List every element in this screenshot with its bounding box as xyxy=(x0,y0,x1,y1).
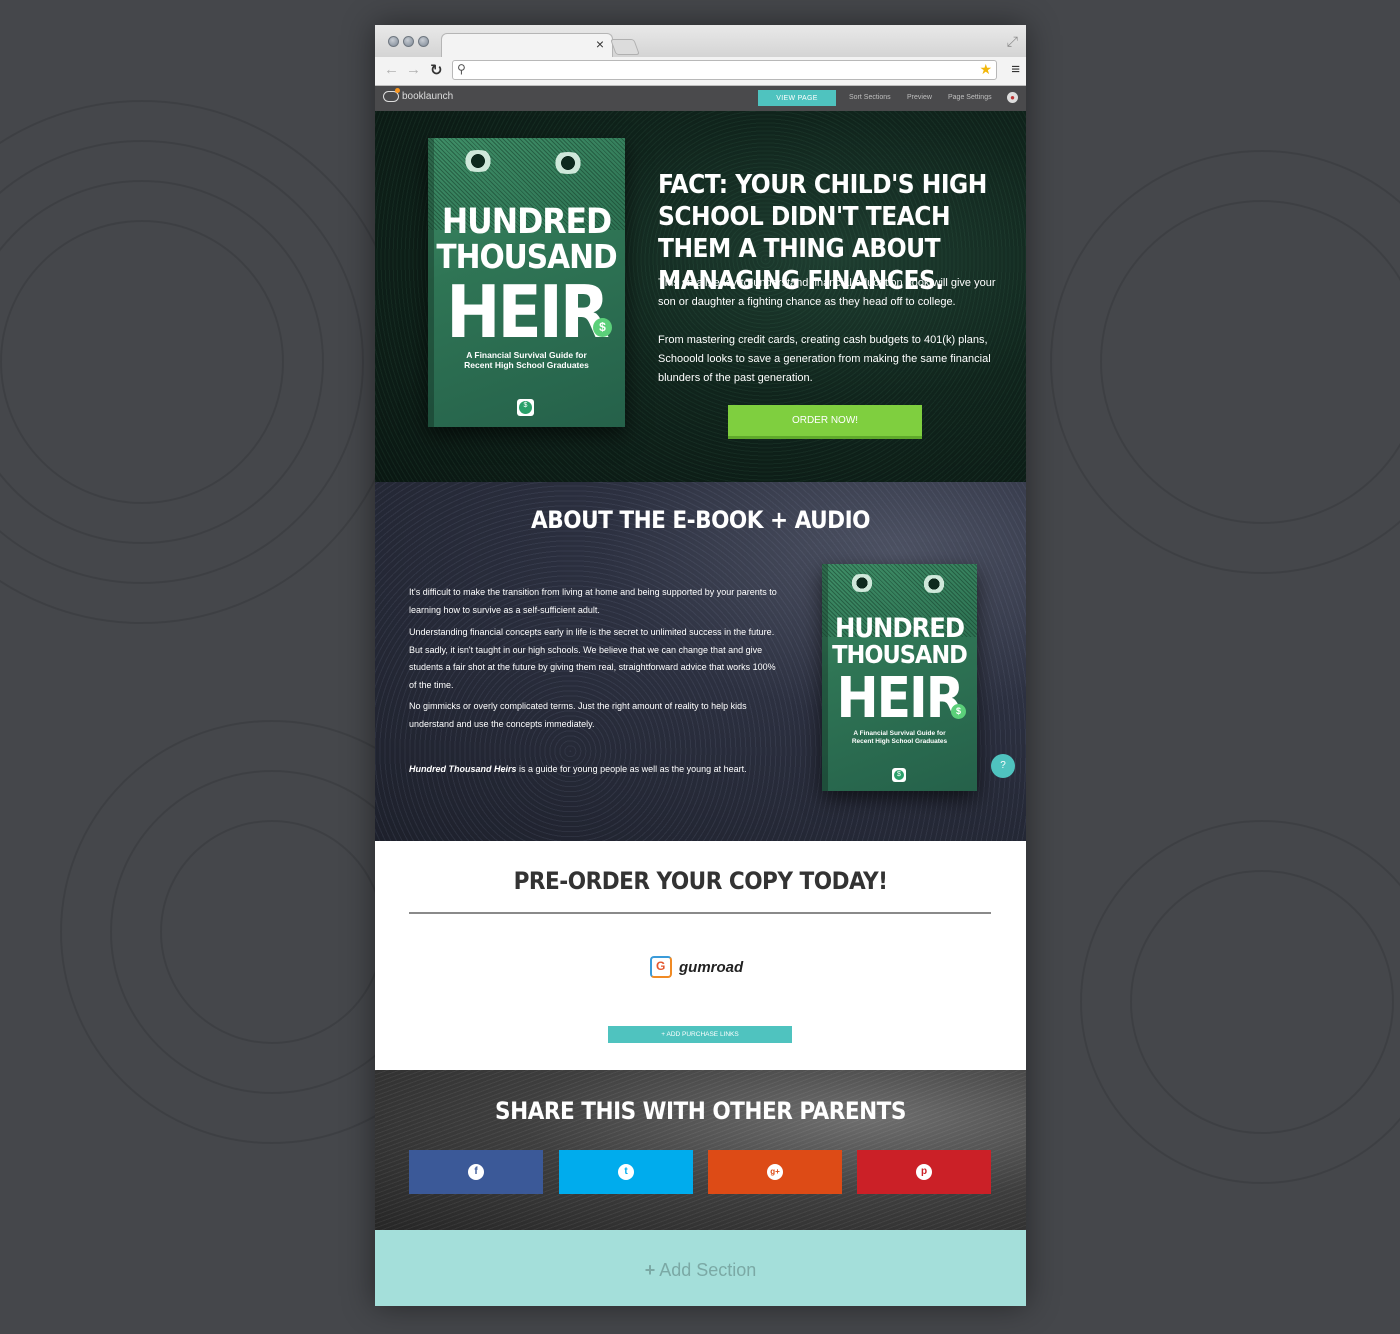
address-bar[interactable]: ⚲ ★ xyxy=(452,60,997,80)
booklaunch-logo[interactable]: booklaunch xyxy=(383,88,454,102)
forward-icon[interactable]: → xyxy=(406,61,421,78)
gumroad-logo-text: gumroad xyxy=(679,958,744,976)
hero-paragraph-1: This small, easy-to-understand financial… xyxy=(658,277,996,308)
close-window-button[interactable] xyxy=(388,36,399,47)
preorder-section: PRE-ORDER YOUR COPY TODAY! gumroad + ADD… xyxy=(375,841,1026,1070)
book-title-line3: HEIR xyxy=(836,666,964,731)
book-title-line3: HEIR xyxy=(446,270,609,354)
eye-graphic xyxy=(458,150,498,172)
book-name-emphasis: Hundred Thousand Heirs xyxy=(409,764,517,774)
view-page-button[interactable]: VIEW PAGE xyxy=(758,90,836,106)
menu-icon[interactable]: ≡ xyxy=(1011,61,1020,78)
about-heading: ABOUT THE E-BOOK + AUDIO xyxy=(531,506,870,534)
star-icon[interactable]: ★ xyxy=(979,61,992,78)
add-section-bar[interactable]: + Add Section xyxy=(375,1230,1026,1306)
about-closing: Hundred Thousand Heirs is a guide for yo… xyxy=(409,761,779,779)
book-title-line1: HUNDRED xyxy=(441,202,612,242)
browser-tab[interactable]: × xyxy=(441,33,613,58)
closing-text: is a guide for young people as well as t… xyxy=(516,764,747,774)
back-icon[interactable]: ← xyxy=(384,61,399,78)
user-avatar-icon[interactable]: ● xyxy=(1007,92,1018,103)
book-cover-large: HUNDRED THOUSAND HEIR $ A Financial Surv… xyxy=(428,138,625,427)
url-input[interactable] xyxy=(473,63,967,79)
maximize-window-button[interactable] xyxy=(418,36,429,47)
about-paragraph-1: It's difficult to make the transition fr… xyxy=(409,587,777,615)
tab-close-icon[interactable]: × xyxy=(596,36,604,52)
about-paragraph-3: No gimmicks or overly complicated terms.… xyxy=(409,701,747,729)
reload-icon[interactable]: ↻ xyxy=(430,61,443,79)
browser-toolbar: ← → ↻ ⚲ ★ ≡ xyxy=(375,57,1026,86)
cloud-icon xyxy=(383,88,400,102)
twitter-share-button[interactable]: t xyxy=(559,1150,693,1194)
about-section: ABOUT THE E-BOOK + AUDIO It's difficult … xyxy=(375,482,1026,841)
dollar-icon: $ xyxy=(951,704,966,719)
eye-graphic xyxy=(548,152,588,174)
book-cover-small: HUNDRED THOUSAND HEIR $ A Financial Surv… xyxy=(822,564,977,791)
google-plus-icon: g+ xyxy=(767,1164,783,1180)
hero-paragraph-2: From mastering credit cards, creating ca… xyxy=(658,334,991,384)
share-heading: SHARE THIS WITH OTHER PARENTS xyxy=(495,1097,906,1125)
book-title-line2: THOUSAND xyxy=(832,640,968,669)
sort-sections-link[interactable]: Sort Sections xyxy=(849,94,891,101)
booklaunch-toolbar: booklaunch VIEW PAGE Sort Sections Previ… xyxy=(375,86,1026,111)
book-subtitle-line2: Recent High School Graduates xyxy=(851,738,948,745)
new-tab-button[interactable] xyxy=(610,39,640,55)
eye-graphic xyxy=(918,575,950,593)
about-paragraph-2: Understanding financial concepts early i… xyxy=(409,627,776,690)
gumroad-link[interactable]: gumroad xyxy=(650,956,743,978)
pinterest-icon: p xyxy=(916,1164,932,1180)
add-section-button[interactable]: + Add Section xyxy=(375,1260,1026,1281)
browser-tab-strip: × ⤢ xyxy=(375,25,1026,58)
plus-icon: + xyxy=(644,1260,656,1280)
preview-link[interactable]: Preview xyxy=(907,94,932,101)
dollar-icon: $ xyxy=(593,318,612,337)
book-subtitle-line2: Recent High School Graduates xyxy=(464,360,589,370)
book-badge-icon xyxy=(517,399,534,416)
add-purchase-links-button[interactable]: + ADD PURCHASE LINKS xyxy=(608,1026,792,1043)
pinterest-share-button[interactable]: p xyxy=(857,1150,991,1194)
book-subtitle-line1: A Financial Survival Guide for xyxy=(466,350,587,360)
preorder-heading: PRE-ORDER YOUR COPY TODAY! xyxy=(513,867,888,895)
order-now-button[interactable]: ORDER NOW! xyxy=(728,405,922,439)
minimize-window-button[interactable] xyxy=(403,36,414,47)
expand-icon[interactable]: ⤢ xyxy=(1007,33,1018,50)
page-settings-link[interactable]: Page Settings xyxy=(948,94,992,101)
add-section-label: Add Section xyxy=(659,1260,757,1280)
chat-bubble-icon[interactable]: ? xyxy=(991,754,1015,778)
browser-window: × ⤢ ← → ↻ ⚲ ★ ≡ booklaunch VIEW PAGE Sor… xyxy=(375,25,1026,1306)
share-section: SHARE THIS WITH OTHER PARENTS f t g+ p xyxy=(375,1070,1026,1230)
google-plus-share-button[interactable]: g+ xyxy=(708,1150,842,1194)
divider xyxy=(409,912,991,914)
book-badge-icon xyxy=(892,768,906,782)
facebook-icon: f xyxy=(468,1164,484,1180)
logo-text: booklaunch xyxy=(402,91,454,102)
facebook-share-button[interactable]: f xyxy=(409,1150,543,1194)
search-icon: ⚲ xyxy=(457,62,466,76)
book-subtitle-line1: A Financial Survival Guide for xyxy=(853,730,946,737)
twitter-icon: t xyxy=(618,1164,634,1180)
window-controls xyxy=(388,36,429,47)
hero-section: HUNDRED THOUSAND HEIR $ A Financial Surv… xyxy=(375,111,1026,482)
eye-graphic xyxy=(846,574,878,592)
gumroad-icon xyxy=(650,956,672,978)
